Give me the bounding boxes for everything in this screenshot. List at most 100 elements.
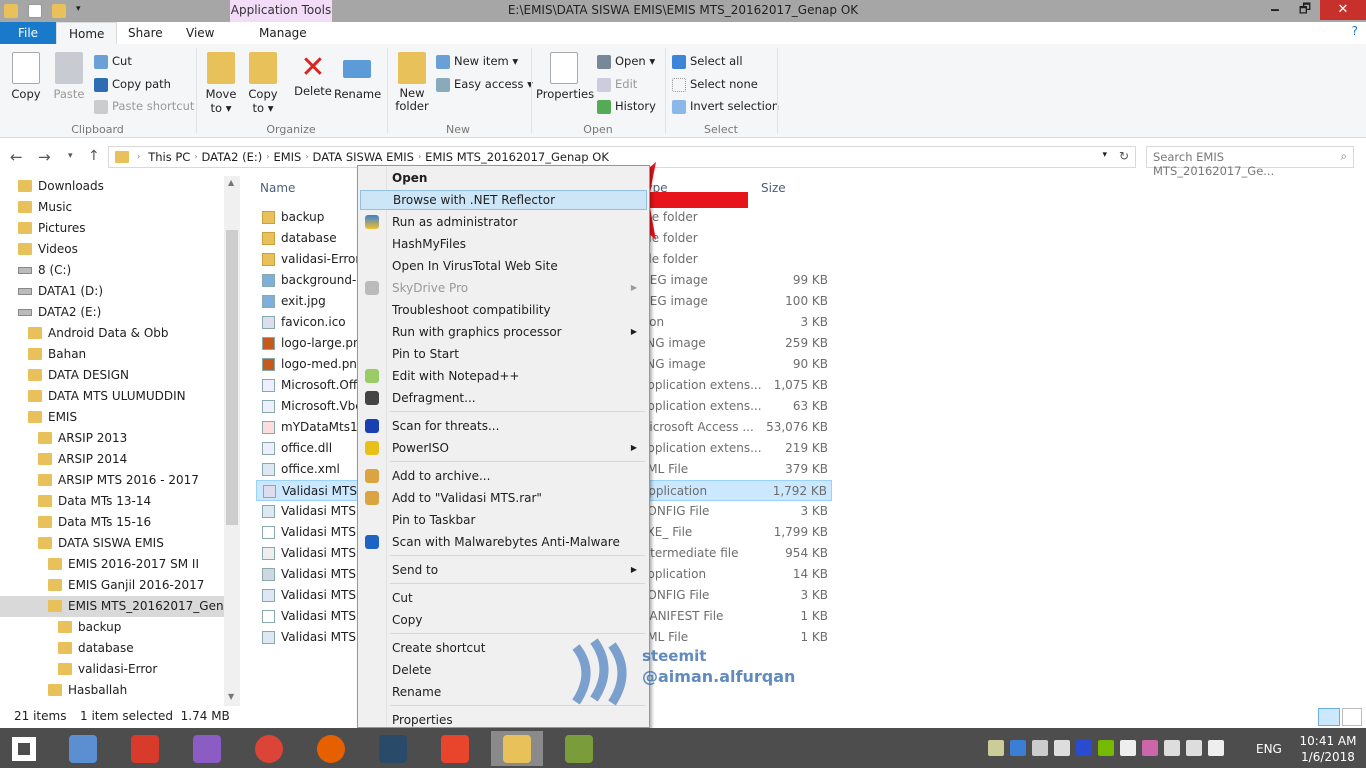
menu-item-troubleshoot-compatibility[interactable]: Troubleshoot compatibility	[360, 300, 647, 320]
color-icon[interactable]	[1142, 740, 1158, 756]
nav-scrollbar-thumb[interactable]	[226, 230, 238, 525]
menu-item-open-in-virustotal-web-site[interactable]: Open In VirusTotal Web Site	[360, 256, 647, 276]
copy-button[interactable]: Copy	[8, 52, 44, 101]
power-warning-icon[interactable]	[988, 740, 1004, 756]
taskbar-control-panel-button[interactable]	[57, 731, 109, 766]
scroll-up-icon[interactable]: ▲	[228, 178, 234, 187]
invert-selection-button[interactable]: Invert selection	[672, 99, 779, 114]
nav-item[interactable]: ARSIP MTS 2016 - 2017	[0, 470, 224, 491]
new-folder-button[interactable]: New folder	[394, 52, 430, 113]
back-button[interactable]: ←	[10, 148, 23, 166]
refresh-icon[interactable]: ↻	[1119, 149, 1129, 163]
taskbar-paint-button[interactable]	[553, 731, 605, 766]
breadcrumb-item[interactable]: DATA2 (E:)	[198, 150, 267, 164]
history-button[interactable]: History	[597, 99, 656, 114]
menu-item-add-to-archive[interactable]: Add to archive...	[360, 466, 647, 486]
nav-item[interactable]: DATA DESIGN	[0, 365, 224, 386]
copy-path-button[interactable]: Copy path	[94, 77, 171, 92]
forward-button[interactable]: →	[38, 148, 51, 166]
column-header-size[interactable]: Size	[761, 181, 786, 195]
menu-item-open[interactable]: Open	[360, 168, 647, 188]
breadcrumb-item[interactable]: DATA SISWA EMIS	[309, 150, 418, 164]
signal-icon[interactable]	[1164, 740, 1180, 756]
details-view-button[interactable]	[1318, 708, 1340, 726]
nvidia-icon[interactable]	[1098, 740, 1114, 756]
nav-item[interactable]: Android Data & Obb	[0, 323, 224, 344]
headset-icon[interactable]	[1054, 740, 1070, 756]
delete-button[interactable]: ✕ Delete	[294, 52, 332, 99]
taskbar-psiphon-button[interactable]	[119, 731, 171, 766]
taskbar-file-explorer-button[interactable]	[491, 731, 543, 766]
taskbar-screen-recorder-button[interactable]	[429, 731, 481, 766]
paste-shortcut-button[interactable]: Paste shortcut	[94, 99, 194, 114]
breadcrumb-item[interactable]: This PC	[144, 150, 194, 164]
nav-item[interactable]: ARSIP 2014	[0, 449, 224, 470]
nav-item[interactable]: validasi-Error	[0, 659, 224, 680]
menu-item-browse-with-net-reflector[interactable]: Browse with .NET Reflector	[360, 190, 647, 210]
easy-access-button[interactable]: Easy access ▾	[436, 77, 533, 92]
menu-item-copy[interactable]: Copy	[360, 610, 647, 630]
taskbar-firefox-button[interactable]	[305, 731, 357, 766]
nav-item[interactable]: Bahan	[0, 344, 224, 365]
tab-manage[interactable]: Manage	[247, 22, 319, 44]
nav-item[interactable]: Data MTs 15-16	[0, 512, 224, 533]
menu-item-scan-for-threats[interactable]: Scan for threats...	[360, 416, 647, 436]
menu-item-poweriso[interactable]: PowerISO ▶	[360, 438, 647, 458]
nav-item[interactable]: Videos	[0, 239, 224, 260]
open-button[interactable]: Open ▾	[597, 54, 655, 69]
nav-item[interactable]: database	[0, 638, 224, 659]
flag-icon[interactable]	[1208, 740, 1224, 756]
menu-item-run-with-graphics-processor[interactable]: Run with graphics processor ▶	[360, 322, 647, 342]
nav-item[interactable]: EMIS Ganjil 2016-2017	[0, 575, 224, 596]
search-input[interactable]: Search EMIS MTS_20162017_Ge... ⌕	[1146, 146, 1354, 178]
menu-item-add-to-validasi-mts-rar[interactable]: Add to "Validasi MTS.rar"	[360, 488, 647, 508]
recent-locations-chevron-icon[interactable]: ▾	[68, 151, 73, 161]
tab-share[interactable]: Share	[116, 22, 175, 44]
taskbar-start-button[interactable]	[0, 731, 52, 766]
menu-item-pin-to-start[interactable]: Pin to Start	[360, 344, 647, 364]
menu-item-pin-to-taskbar[interactable]: Pin to Taskbar	[360, 510, 647, 530]
close-button[interactable]: ✕	[1320, 0, 1366, 20]
new-item-button[interactable]: New item ▾	[436, 54, 518, 69]
menu-item-cut[interactable]: Cut	[360, 588, 647, 608]
help-icon[interactable]: ?	[1352, 24, 1358, 38]
column-header-name[interactable]: Name	[260, 181, 295, 195]
battery-icon[interactable]	[1120, 740, 1136, 756]
breadcrumb-item[interactable]: EMIS MTS_20162017_Genap OK	[421, 150, 613, 164]
breadcrumb-separator-icon[interactable]: ›	[137, 150, 144, 164]
select-none-button[interactable]: Select none	[672, 77, 758, 92]
breadcrumb-item[interactable]: EMIS	[269, 150, 305, 164]
properties-button[interactable]: Properties	[536, 52, 594, 101]
nav-item[interactable]: EMIS MTS_20162017_Genap OK	[0, 596, 240, 617]
nav-item[interactable]: 8 (C:)	[0, 260, 224, 281]
edit-button[interactable]: Edit	[597, 77, 637, 92]
nav-item[interactable]: EMIS 2016-2017 SM II	[0, 554, 224, 575]
battery-app-icon[interactable]	[1010, 740, 1026, 756]
nav-item[interactable]: backup	[0, 617, 224, 638]
maximize-button[interactable]: 🗗	[1290, 0, 1320, 20]
taskbar-chrome-button[interactable]	[243, 731, 295, 766]
copy-to-button[interactable]: Copy to ▾	[246, 52, 280, 115]
nav-item[interactable]: Pictures	[0, 218, 224, 239]
mcafee-icon[interactable]	[1076, 740, 1092, 756]
tab-home[interactable]: Home	[56, 22, 118, 44]
taskbar-cheat-engine-button[interactable]	[367, 731, 419, 766]
scroll-down-icon[interactable]: ▼	[228, 692, 234, 701]
nav-item[interactable]: DATA2 (E:)	[0, 302, 224, 323]
address-dropdown-icon[interactable]: ▾	[1102, 150, 1107, 160]
menu-item-run-as-administrator[interactable]: Run as administrator	[360, 212, 647, 232]
move-to-button[interactable]: Move to ▾	[204, 52, 238, 115]
nav-item[interactable]: Data MTs 13-14	[0, 491, 224, 512]
nav-item[interactable]: Music	[0, 197, 224, 218]
language-indicator[interactable]: ENG	[1256, 742, 1282, 756]
select-all-button[interactable]: Select all	[672, 54, 743, 69]
minimize-button[interactable]: 🗕	[1260, 0, 1290, 20]
menu-item-edit-with-notepad[interactable]: Edit with Notepad++	[360, 366, 647, 386]
taskbar-picasa-button[interactable]	[181, 731, 233, 766]
clock[interactable]: 10:41 AM 1/6/2018	[1296, 733, 1360, 765]
nav-item[interactable]: Downloads	[0, 176, 224, 197]
nav-item[interactable]: Hasballah	[0, 680, 224, 701]
up-button[interactable]: ↑	[88, 148, 100, 164]
menu-item-scan-with-malwarebytes-anti-malware[interactable]: Scan with Malwarebytes Anti-Malware	[360, 532, 647, 552]
tab-file[interactable]: File	[0, 22, 56, 44]
